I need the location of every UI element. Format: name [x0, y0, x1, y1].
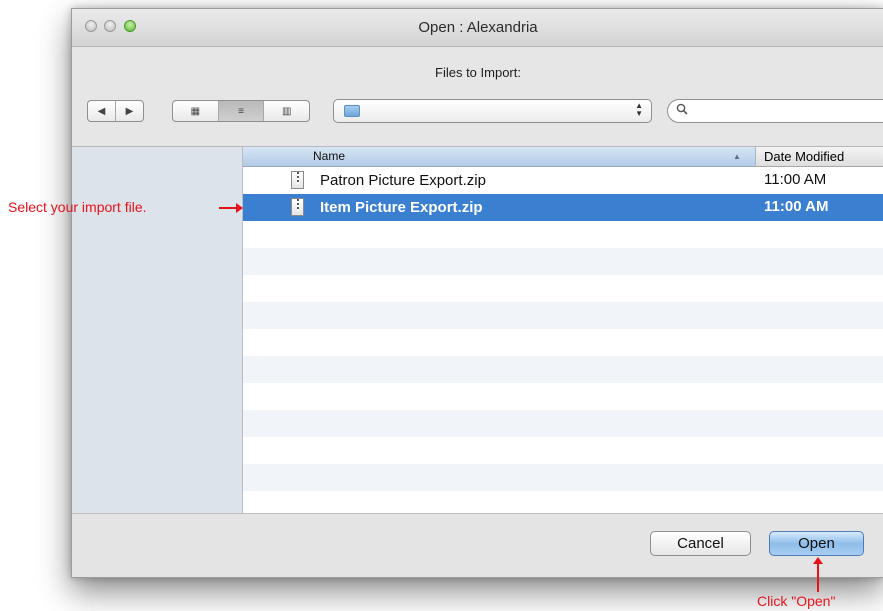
empty-row [243, 383, 883, 410]
annotation-arrow-up-icon [813, 557, 823, 592]
forward-button[interactable]: ▶ [115, 101, 143, 121]
click-open-annotation: Click "Open" [757, 593, 836, 609]
column-divider[interactable] [755, 147, 756, 166]
empty-row [243, 464, 883, 491]
file-row-patron-picture-export[interactable]: Patron Picture Export.zip 11:00 AM [243, 167, 883, 194]
search-field[interactable] [667, 99, 883, 123]
column-view-button[interactable]: ▥ [263, 101, 309, 121]
zip-file-icon [291, 198, 304, 216]
empty-row [243, 329, 883, 356]
popup-arrows-icon: ▲ ▼ [635, 101, 643, 118]
empty-row [243, 491, 883, 513]
dialog-subtitle: Files to Import: [435, 65, 521, 80]
sort-ascending-icon: ▲ [733, 152, 741, 161]
cancel-button[interactable]: Cancel [650, 531, 751, 556]
search-icon [676, 103, 688, 115]
file-rows: Patron Picture Export.zip 11:00 AM Item … [243, 167, 883, 513]
empty-row [243, 302, 883, 329]
empty-row [243, 437, 883, 464]
file-date: 11:00 AM [764, 171, 827, 188]
location-popup[interactable]: ▲ ▼ [333, 99, 652, 123]
title-bar[interactable]: Open : Alexandria [72, 9, 883, 47]
dialog-button-bar: Cancel Open [72, 513, 883, 577]
empty-row [243, 248, 883, 275]
file-name: Item Picture Export.zip [320, 199, 483, 216]
open-button[interactable]: Open [769, 531, 864, 556]
file-name: Patron Picture Export.zip [320, 172, 486, 189]
list-view-button[interactable]: ≡ [217, 101, 264, 121]
view-mode-control: ▦ ≡ ▥ [172, 100, 310, 122]
zip-file-icon [291, 171, 304, 189]
window-title: Open : Alexandria [418, 19, 538, 36]
folder-icon [344, 105, 360, 117]
file-list: Name ▲ Date Modified Patron Picture Expo… [243, 146, 883, 513]
date-modified-column-header[interactable]: Date Modified [764, 149, 844, 164]
file-row-item-picture-export[interactable]: Item Picture Export.zip 11:00 AM [243, 194, 883, 221]
back-button[interactable]: ◀ [88, 101, 115, 121]
file-date: 11:00 AM [764, 198, 829, 215]
name-column-header[interactable]: Name [313, 149, 345, 163]
empty-row [243, 275, 883, 302]
annotation-arrow-right-icon [219, 203, 243, 213]
icon-view-button[interactable]: ▦ [173, 101, 218, 121]
select-file-annotation: Select your import file. [8, 199, 147, 215]
empty-row [243, 221, 883, 248]
open-dialog-window: Open : Alexandria Files to Import: ◀ ▶ ▦… [71, 8, 883, 578]
empty-row [243, 356, 883, 383]
empty-row [243, 410, 883, 437]
back-forward-control: ◀ ▶ [87, 100, 144, 122]
